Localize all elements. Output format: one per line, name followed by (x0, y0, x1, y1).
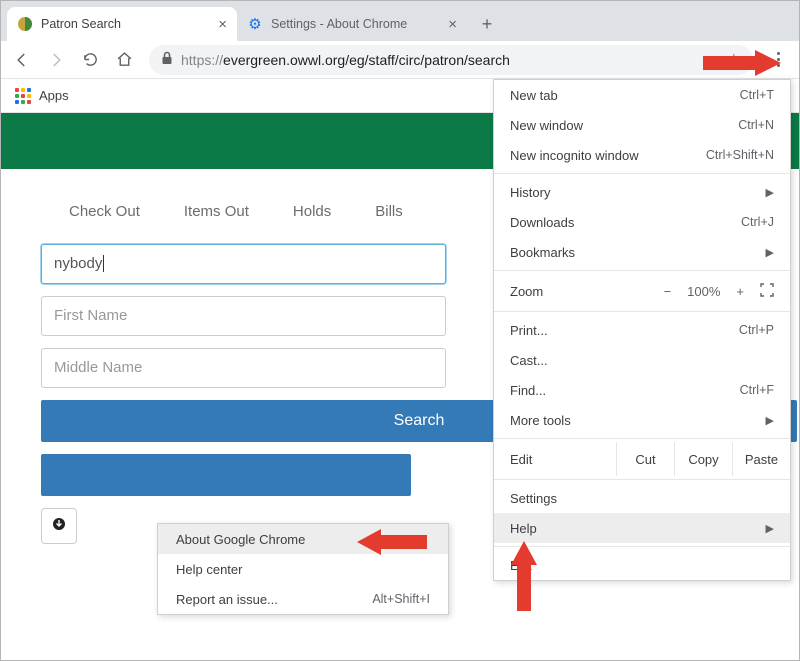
annotation-arrow-help (511, 541, 537, 611)
chevron-right-icon: ▶ (766, 522, 774, 535)
fullscreen-icon[interactable] (760, 283, 774, 300)
zoom-in-button[interactable]: + (736, 284, 744, 299)
subtab-bills[interactable]: Bills (375, 203, 403, 220)
first-name-placeholder: First Name (54, 307, 127, 324)
menu-edit-row: Edit Cut Copy Paste (494, 442, 790, 476)
apps-icon (15, 88, 31, 104)
menu-history[interactable]: History ▶ (494, 177, 790, 207)
tab-strip: Patron Search × ⚙ Settings - About Chrom… (1, 1, 799, 41)
forward-button[interactable] (41, 45, 71, 75)
close-icon[interactable]: × (448, 16, 457, 33)
chevron-right-icon: ▶ (766, 414, 774, 427)
back-button[interactable] (7, 45, 37, 75)
menu-exit[interactable]: Exit (494, 550, 790, 580)
middle-name-placeholder: Middle Name (54, 359, 142, 376)
subtab-checkout[interactable]: Check Out (69, 203, 140, 220)
menu-settings[interactable]: Settings (494, 483, 790, 513)
browser-toolbar: https://evergreen.owwl.org/eg/staff/circ… (1, 41, 799, 79)
secondary-blue-bar[interactable] (41, 454, 411, 496)
home-button[interactable] (109, 45, 139, 75)
download-icon (52, 517, 66, 535)
subtab-itemsout[interactable]: Items Out (184, 203, 249, 220)
close-icon[interactable]: × (218, 16, 227, 33)
subtab-holds[interactable]: Holds (293, 203, 331, 220)
annotation-arrow-about (357, 529, 427, 555)
menu-help[interactable]: Help ▶ (494, 513, 790, 543)
new-tab-button[interactable]: + (473, 10, 501, 38)
zoom-out-button[interactable]: − (664, 284, 672, 299)
browser-tab-settings[interactable]: ⚙ Settings - About Chrome × (237, 7, 467, 41)
lock-icon (161, 51, 173, 68)
submenu-report-issue[interactable]: Report an issue... Alt+Shift+I (158, 584, 448, 614)
submenu-help-center[interactable]: Help center (158, 554, 448, 584)
annotation-arrow-kebab (703, 50, 781, 76)
menu-new-window[interactable]: New window Ctrl+N (494, 110, 790, 140)
edit-label: Edit (494, 442, 616, 476)
last-name-field[interactable]: nybody (41, 244, 446, 284)
menu-more-tools[interactable]: More tools ▶ (494, 405, 790, 435)
browser-tab-patron-search[interactable]: Patron Search × (7, 7, 237, 41)
menu-cast[interactable]: Cast... (494, 345, 790, 375)
chevron-right-icon: ▶ (766, 246, 774, 259)
edit-paste[interactable]: Paste (732, 442, 790, 476)
zoom-value: 100% (687, 284, 720, 299)
menu-new-tab[interactable]: New tab Ctrl+T (494, 80, 790, 110)
menu-find[interactable]: Find... Ctrl+F (494, 375, 790, 405)
leaf-icon (17, 16, 33, 32)
menu-bookmarks[interactable]: Bookmarks ▶ (494, 237, 790, 267)
menu-print[interactable]: Print... Ctrl+P (494, 315, 790, 345)
address-bar[interactable]: https://evergreen.owwl.org/eg/staff/circ… (149, 45, 753, 75)
tab-title: Patron Search (41, 17, 121, 31)
gear-icon: ⚙ (247, 16, 263, 32)
tab-title: Settings - About Chrome (271, 17, 407, 31)
search-button-label: Search (394, 412, 445, 430)
first-name-field[interactable]: First Name (41, 296, 446, 336)
zoom-label: Zoom (510, 284, 664, 299)
url-text: https://evergreen.owwl.org/eg/staff/circ… (181, 52, 510, 68)
download-indicator[interactable] (41, 508, 77, 544)
menu-downloads[interactable]: Downloads Ctrl+J (494, 207, 790, 237)
last-name-value: nybody (54, 255, 104, 272)
menu-new-incognito[interactable]: New incognito window Ctrl+Shift+N (494, 140, 790, 170)
edit-copy[interactable]: Copy (674, 442, 732, 476)
middle-name-field[interactable]: Middle Name (41, 348, 446, 388)
chevron-right-icon: ▶ (766, 186, 774, 199)
edit-cut[interactable]: Cut (616, 442, 674, 476)
apps-link[interactable]: Apps (39, 88, 69, 103)
chrome-main-menu: New tab Ctrl+T New window Ctrl+N New inc… (493, 79, 791, 581)
reload-button[interactable] (75, 45, 105, 75)
menu-zoom-row: Zoom − 100% + (494, 274, 790, 308)
